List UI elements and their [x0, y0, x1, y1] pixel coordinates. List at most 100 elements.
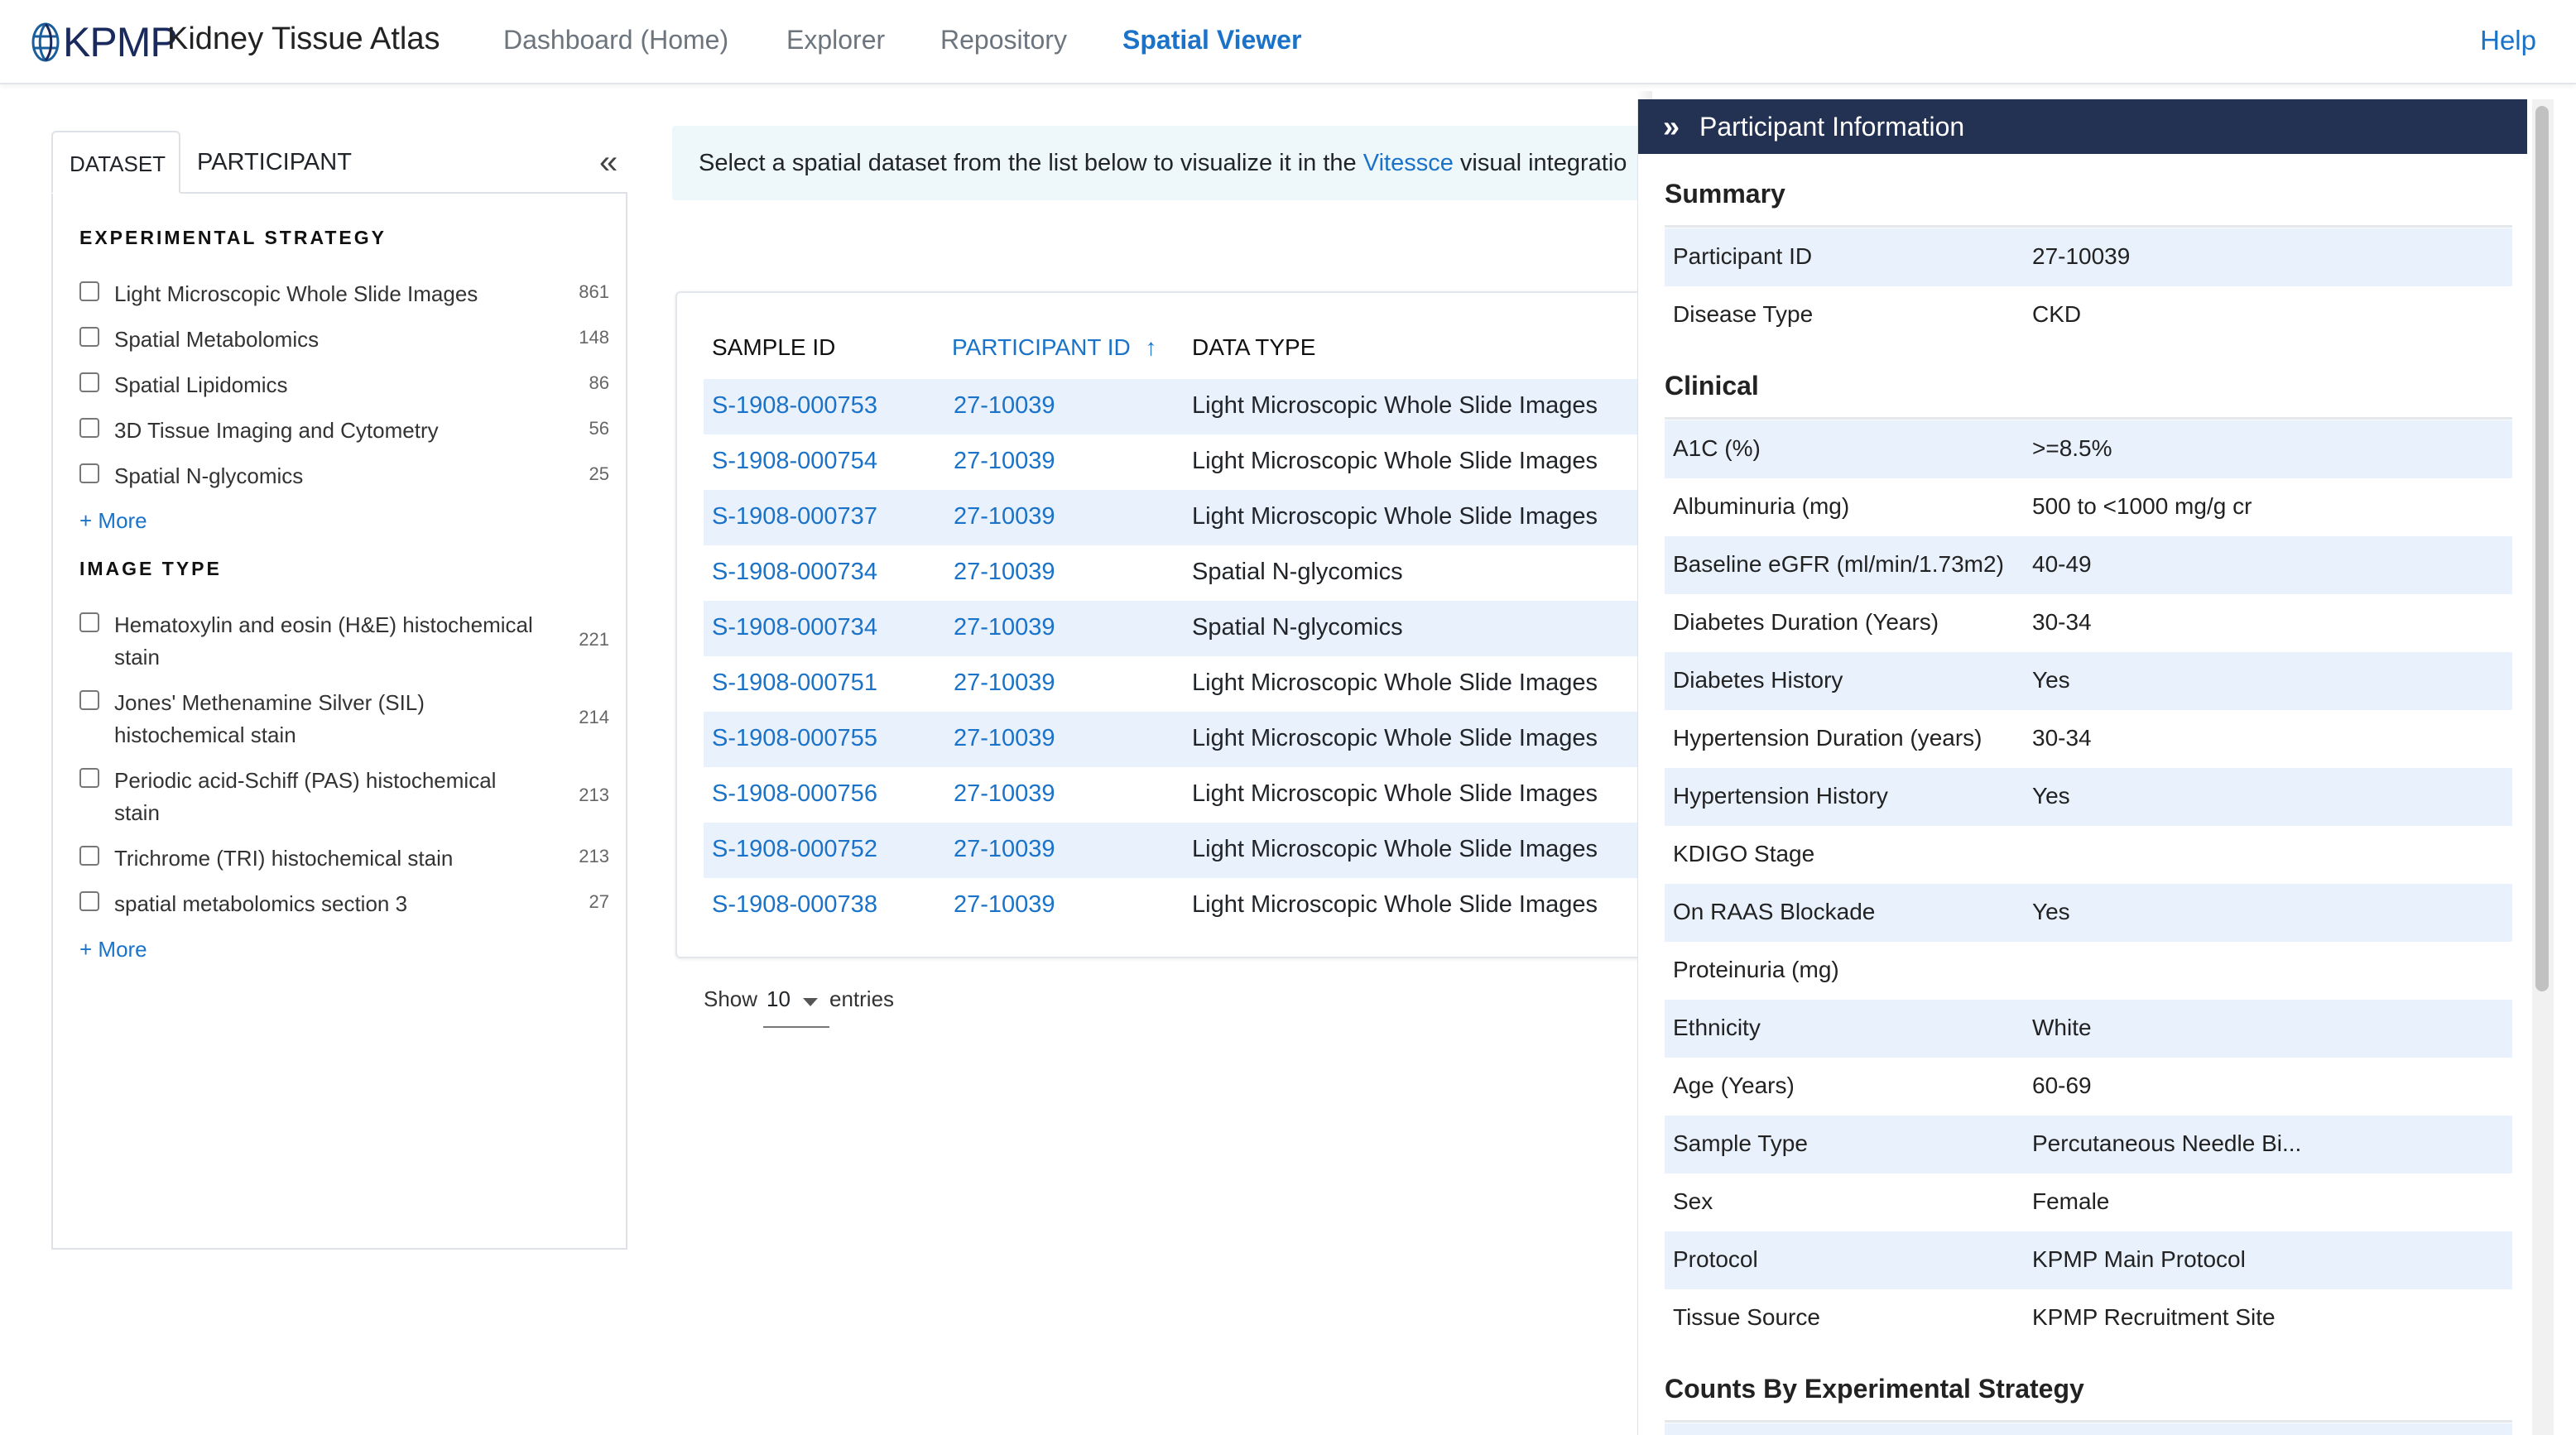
cell-data-type: Light Microscopic Whole Slide Images	[1192, 836, 1598, 862]
table-row[interactable]: S-1908-000751 27-10039 Light Microscopic…	[704, 656, 1669, 712]
globe-icon	[31, 22, 60, 62]
collapse-panel-icon[interactable]: «	[599, 146, 618, 179]
table-row[interactable]: S-1908-000734 27-10039 Spatial N-glycomi…	[704, 545, 1669, 601]
table-row[interactable]: S-1908-000734 27-10039 Spatial N-glycomi…	[704, 601, 1669, 656]
checkbox[interactable]	[79, 690, 99, 710]
checkbox[interactable]	[79, 768, 99, 788]
more-link-image-type[interactable]: + More	[79, 937, 147, 962]
filter-item-count: 148	[579, 327, 609, 348]
cell-sample-id[interactable]: S-1908-000754	[712, 448, 877, 475]
scrollbar-thumb[interactable]	[2535, 106, 2549, 991]
cell-participant-id[interactable]: 27-10039	[954, 670, 1055, 697]
filter-item-label: Jones' Methenamine Silver (SIL) histoche…	[114, 690, 425, 747]
cell-sample-id[interactable]: S-1908-000734	[712, 614, 877, 641]
participant-panel-title: Participant Information	[1699, 112, 1965, 142]
checkbox[interactable]	[79, 418, 99, 438]
cell-sample-id[interactable]: S-1908-000755	[712, 725, 877, 752]
kpmp-logo[interactable]: KPMP	[31, 18, 178, 66]
info-key: A1C (%)	[1673, 435, 1761, 461]
cell-data-type: Light Microscopic Whole Slide Images	[1192, 780, 1598, 807]
nav-dashboard[interactable]: Dashboard (Home)	[503, 25, 728, 55]
nav-repository[interactable]: Repository	[940, 25, 1067, 55]
tab-dataset[interactable]: DATASET	[51, 131, 180, 194]
info-row	[1665, 1423, 2512, 1435]
filter-item-label: Light Microscopic Whole Slide Images	[114, 281, 478, 306]
info-key: Diabetes Duration (Years)	[1673, 609, 1939, 635]
nav-explorer[interactable]: Explorer	[786, 25, 885, 55]
info-key: Proteinuria (mg)	[1673, 957, 1839, 982]
cell-participant-id[interactable]: 27-10039	[954, 725, 1055, 752]
cell-participant-id[interactable]: 27-10039	[954, 836, 1055, 863]
tab-participant[interactable]: PARTICIPANT	[180, 131, 368, 194]
table-row[interactable]: S-1908-000738 27-10039 Light Microscopic…	[704, 878, 1669, 933]
cell-sample-id[interactable]: S-1908-000756	[712, 780, 877, 808]
sort-ascending-icon: ↑	[1145, 334, 1157, 360]
double-chevron-right-icon[interactable]: »	[1663, 99, 1680, 154]
cell-sample-id[interactable]: S-1908-000753	[712, 392, 877, 420]
cell-participant-id[interactable]: 27-10039	[954, 448, 1055, 475]
cell-participant-id[interactable]: 27-10039	[954, 559, 1055, 586]
cell-sample-id[interactable]: S-1908-000738	[712, 891, 877, 919]
checkbox[interactable]	[79, 612, 99, 632]
info-value: Yes	[2032, 667, 2070, 693]
info-value: 40-49	[2032, 551, 2092, 577]
more-link-experimental-strategy[interactable]: + More	[79, 508, 147, 534]
cell-sample-id[interactable]: S-1908-000752	[712, 836, 877, 863]
info-row: On RAAS Blockade Yes	[1665, 884, 2512, 942]
checkbox[interactable]	[79, 281, 99, 301]
panel-scrollbar[interactable]	[2532, 99, 2554, 1435]
filter-item-count: 25	[589, 463, 609, 484]
info-row: Diabetes History Yes	[1665, 652, 2512, 710]
info-value: KPMP Main Protocol	[2032, 1246, 2246, 1272]
filter-panel: EXPERIMENTAL STRATEGY Light Microscopic …	[51, 192, 627, 1250]
top-navbar: KPMP Kidney Tissue Atlas Dashboard (Home…	[0, 0, 2576, 84]
checkbox[interactable]	[79, 463, 99, 483]
info-value: Percutaneous Needle Bi...	[2032, 1130, 2302, 1156]
table-row[interactable]: S-1908-000737 27-10039 Light Microscopic…	[704, 490, 1669, 545]
cell-participant-id[interactable]: 27-10039	[954, 891, 1055, 919]
info-value: 27-10039	[2032, 243, 2131, 269]
banner-text: Select a spatial dataset from the list b…	[699, 150, 1363, 176]
info-value: 30-34	[2032, 725, 2092, 751]
checkbox[interactable]	[79, 327, 99, 347]
help-link[interactable]: Help	[2480, 25, 2536, 56]
vitessce-link[interactable]: Vitessce	[1363, 150, 1454, 176]
cell-participant-id[interactable]: 27-10039	[954, 392, 1055, 420]
info-value: 60-69	[2032, 1073, 2092, 1098]
col-header-participant-id[interactable]: PARTICIPANT ID ↑	[952, 334, 1157, 361]
checkbox[interactable]	[79, 891, 99, 911]
cell-sample-id[interactable]: S-1908-000751	[712, 670, 877, 697]
info-value: 30-34	[2032, 609, 2092, 635]
app-title[interactable]: Kidney Tissue Atlas	[167, 22, 440, 57]
nav-spatial-viewer[interactable]: Spatial Viewer	[1122, 25, 1301, 55]
pagination-show-label: Show	[704, 986, 758, 1011]
checkbox[interactable]	[79, 846, 99, 866]
info-row: Ethnicity White	[1665, 1000, 2512, 1058]
divider	[1665, 225, 2512, 228]
table-row[interactable]: S-1908-000752 27-10039 Light Microscopic…	[704, 823, 1669, 878]
cell-sample-id[interactable]: S-1908-000737	[712, 503, 877, 530]
col-header-sample-id[interactable]: SAMPLE ID	[712, 334, 835, 361]
divider	[1665, 1420, 2512, 1423]
page-size-select[interactable]: 10	[763, 986, 829, 1028]
info-key: Sex	[1673, 1188, 1713, 1214]
table-row[interactable]: S-1908-000754 27-10039 Light Microscopic…	[704, 434, 1669, 490]
table-row[interactable]: S-1908-000756 27-10039 Light Microscopic…	[704, 767, 1669, 823]
cell-data-type: Light Microscopic Whole Slide Images	[1192, 503, 1598, 530]
table-row[interactable]: S-1908-000753 27-10039 Light Microscopic…	[704, 379, 1669, 434]
cell-participant-id[interactable]: 27-10039	[954, 503, 1055, 530]
cell-data-type: Light Microscopic Whole Slide Images	[1192, 392, 1598, 419]
cell-participant-id[interactable]: 27-10039	[954, 614, 1055, 641]
filter-item-count: 214	[579, 707, 609, 727]
info-row: Diabetes Duration (Years) 30-34	[1665, 594, 2512, 652]
caret-down-icon[interactable]	[803, 998, 818, 1006]
cell-participant-id[interactable]: 27-10039	[954, 780, 1055, 808]
cell-sample-id[interactable]: S-1908-000734	[712, 559, 877, 586]
col-header-data-type[interactable]: DATA TYPE	[1192, 334, 1315, 361]
table-row[interactable]: S-1908-000755 27-10039 Light Microscopic…	[704, 712, 1669, 767]
checkbox[interactable]	[79, 372, 99, 392]
filter-item-label: Spatial Lipidomics	[114, 372, 288, 397]
participant-panel-header[interactable]: » Participant Information	[1638, 99, 2527, 154]
info-key: Disease Type	[1673, 301, 1814, 327]
info-row: Baseline eGFR (ml/min/1.73m2) 40-49	[1665, 536, 2512, 594]
